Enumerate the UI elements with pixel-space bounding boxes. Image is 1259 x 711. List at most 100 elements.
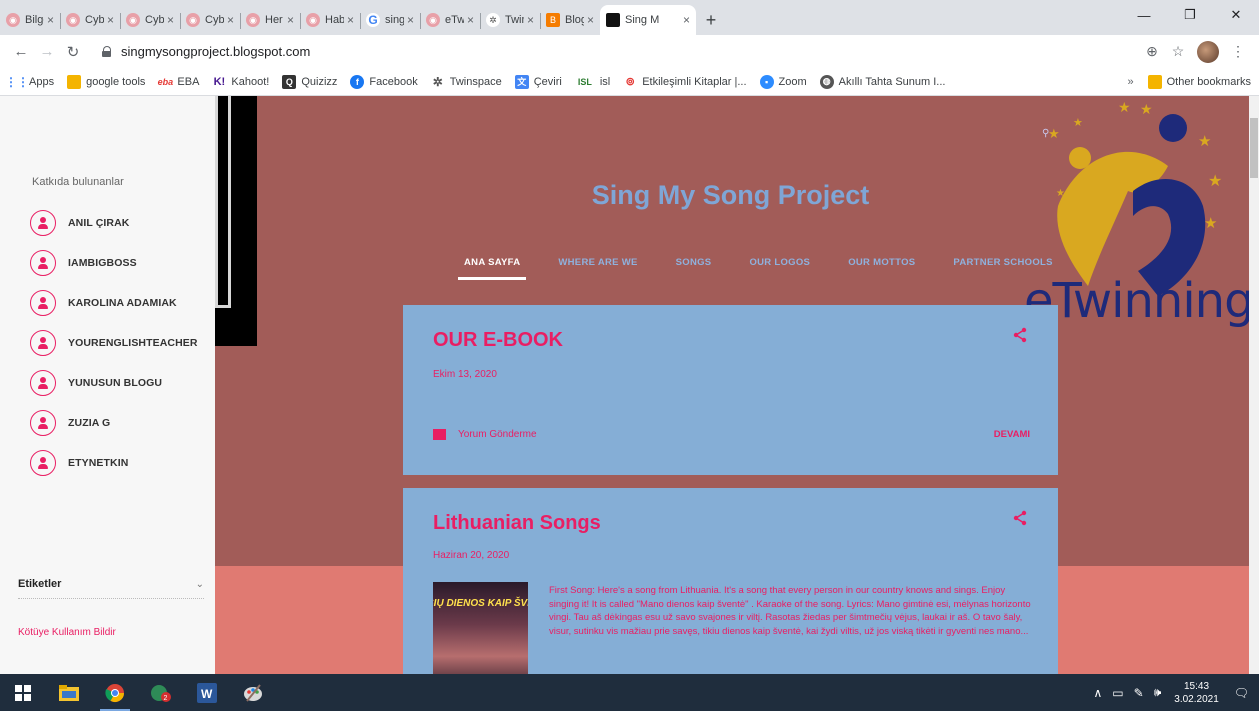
bookmark-etkilesimli-kitaplar[interactable]: ⊚ Etkileşimli Kitaplar |... [623,74,747,89]
pen-icon[interactable]: ✎ [1134,686,1144,700]
bookmark-eba[interactable]: eba EBA [158,74,199,89]
bookmark-other[interactable]: Other bookmarks [1147,75,1251,89]
bookmark-quizizz[interactable]: Q Quizizz [282,74,337,89]
address-bar[interactable]: singmysongproject.blogspot.com [96,39,1129,65]
browser-tab[interactable]: ◉ Her Zo× [240,5,300,35]
close-icon[interactable]: × [287,13,294,27]
close-icon[interactable]: × [527,13,534,27]
read-more-link[interactable]: DEVAMI [994,429,1030,440]
bookmark-zoom[interactable]: ▪ Zoom [759,74,807,89]
nav-partner-schools[interactable]: PARTNER SCHOOLS [947,257,1058,268]
nav-songs[interactable]: SONGS [670,257,718,268]
bookmark-star-icon[interactable]: ☆ [1165,39,1191,65]
contributor-item[interactable]: ETYNETKIN [30,443,198,483]
share-icon[interactable] [1012,327,1028,343]
labels-section-toggle[interactable]: Etiketler ⌄ [18,578,204,599]
minimize-icon[interactable]: — [1121,0,1167,30]
contributor-item[interactable]: ZUZIA G [30,403,198,443]
nav-where-are-we[interactable]: WHERE ARE WE [552,257,643,268]
browser-tab[interactable]: ◉ Cyberb× [180,5,240,35]
close-icon[interactable]: × [347,13,354,27]
back-icon[interactable]: ← [8,39,34,65]
bookmark-facebook[interactable]: f Facebook [350,74,418,89]
browser-tab[interactable]: ◉ Bilgen× [0,5,60,35]
contributor-item[interactable]: YUNUSUN BLOGU [30,363,198,403]
browser-tab[interactable]: ✲ Twinsp× [480,5,540,35]
isl-icon: ISL [574,74,595,89]
tab-title: Cyberb [205,14,224,26]
network-icon[interactable]: ▭ [1112,686,1123,700]
close-icon[interactable]: × [683,13,690,27]
chrome-button[interactable] [92,674,138,711]
browser-tab[interactable]: ◉ Cyberb× [60,5,120,35]
reload-icon[interactable]: ↻ [60,39,86,65]
comment-link[interactable]: Yorum Gönderme [433,429,537,440]
tab-title: Blogge [565,14,584,26]
close-icon[interactable]: × [47,13,54,27]
bookmark-kahoot[interactable]: K! Kahoot! [212,74,269,89]
page-scrollbar[interactable] [1249,96,1259,674]
file-explorer-button[interactable] [46,674,92,711]
close-icon[interactable]: × [227,13,234,27]
menu-icon[interactable]: ⋮ [1225,39,1251,65]
nav-our-mottos[interactable]: OUR MOTTOS [842,257,921,268]
browser-tab[interactable]: Gsing m× [360,5,420,35]
bookmark-isl[interactable]: ISL isl [574,74,610,89]
browser-tab[interactable]: B Blogge× [540,5,600,35]
close-icon[interactable]: × [167,13,174,27]
zoom-icon[interactable]: ⊕ [1139,39,1165,65]
chevron-up-icon[interactable]: ∧ [1094,686,1103,700]
tab-title: Her Zo [265,14,284,26]
bookmark-apps[interactable]: ⋮⋮ Apps [5,74,54,89]
volume-icon[interactable]: 🕪 [1154,685,1162,700]
bookmark-label: Twinspace [449,75,502,88]
browser-tab[interactable]: ◉ Cyberb× [120,5,180,35]
profile-avatar[interactable] [1197,40,1219,63]
close-icon[interactable]: × [587,13,594,27]
contributor-item[interactable]: IAMBIGBOSS [30,243,198,283]
post-date[interactable]: Haziran 20, 2020 [433,550,509,561]
windows-start-button[interactable] [0,674,46,711]
user-avatar-icon [30,250,56,276]
folder-icon [1147,75,1162,89]
close-icon[interactable]: × [467,13,474,27]
contributor-item[interactable]: KAROLINA ADAMIAK [30,283,198,323]
word-button[interactable]: W [184,674,230,711]
post-title[interactable]: Lithuanian Songs [433,512,601,535]
word-icon: W [197,682,217,703]
contributors-heading: Katkıda bulunanlar [32,176,124,188]
tab-title: Twinsp [505,14,524,26]
share-icon[interactable] [1012,510,1028,526]
browser-tab-active[interactable]: Sing M × [600,5,696,35]
bookmark-label: Çeviri [533,75,562,88]
contributor-item[interactable]: YOURENGLISHTEACHER [30,323,198,363]
bookmark-google-tools[interactable]: google tools [67,74,145,89]
maximize-icon[interactable]: ❐ [1167,0,1213,30]
bookmark-akilli-tahta[interactable]: ◍ Akıllı Tahta Sunum I... [819,74,945,89]
post-date[interactable]: Ekim 13, 2020 [433,369,497,380]
post-thumbnail[interactable]: ŠIŲ DIENOS KAIP ŠVEN [433,582,528,674]
close-window-icon[interactable]: ✕ [1213,0,1259,30]
post-title[interactable]: OUR E-BOOK [433,329,563,352]
bookmarks-overflow-button[interactable]: » [1128,76,1134,88]
paint-palette-icon [244,683,262,702]
scrollbar-thumb[interactable] [1250,118,1258,178]
blog-title[interactable]: Sing My Song Project [403,180,1058,211]
forward-icon[interactable]: → [34,39,60,65]
blog-favicon-icon [606,13,620,27]
new-tab-button[interactable]: + [696,5,726,35]
paint-button[interactable] [230,674,276,711]
close-icon[interactable]: × [107,13,114,27]
notification-icon[interactable]: 🗨 [1234,686,1249,700]
nav-our-logos[interactable]: OUR LOGOS [743,257,816,268]
report-abuse-link[interactable]: Kötüye Kullanım Bildir [18,627,116,638]
nav-ana-sayfa[interactable]: ANA SAYFA [458,257,527,280]
browser-tab[interactable]: ◉ Haberl× [300,5,360,35]
app-button[interactable]: 2 [138,674,184,711]
browser-tab[interactable]: ◉ eTwinn× [420,5,480,35]
close-icon[interactable]: × [407,13,414,27]
bookmark-ceviri[interactable]: 文 Çeviri [514,74,562,89]
bookmark-twinspace[interactable]: ✲ Twinspace [430,74,502,89]
contributor-item[interactable]: ANIL ÇIRAK [30,203,198,243]
taskbar-clock[interactable]: 15:43 3.02.2021 [1174,680,1219,706]
